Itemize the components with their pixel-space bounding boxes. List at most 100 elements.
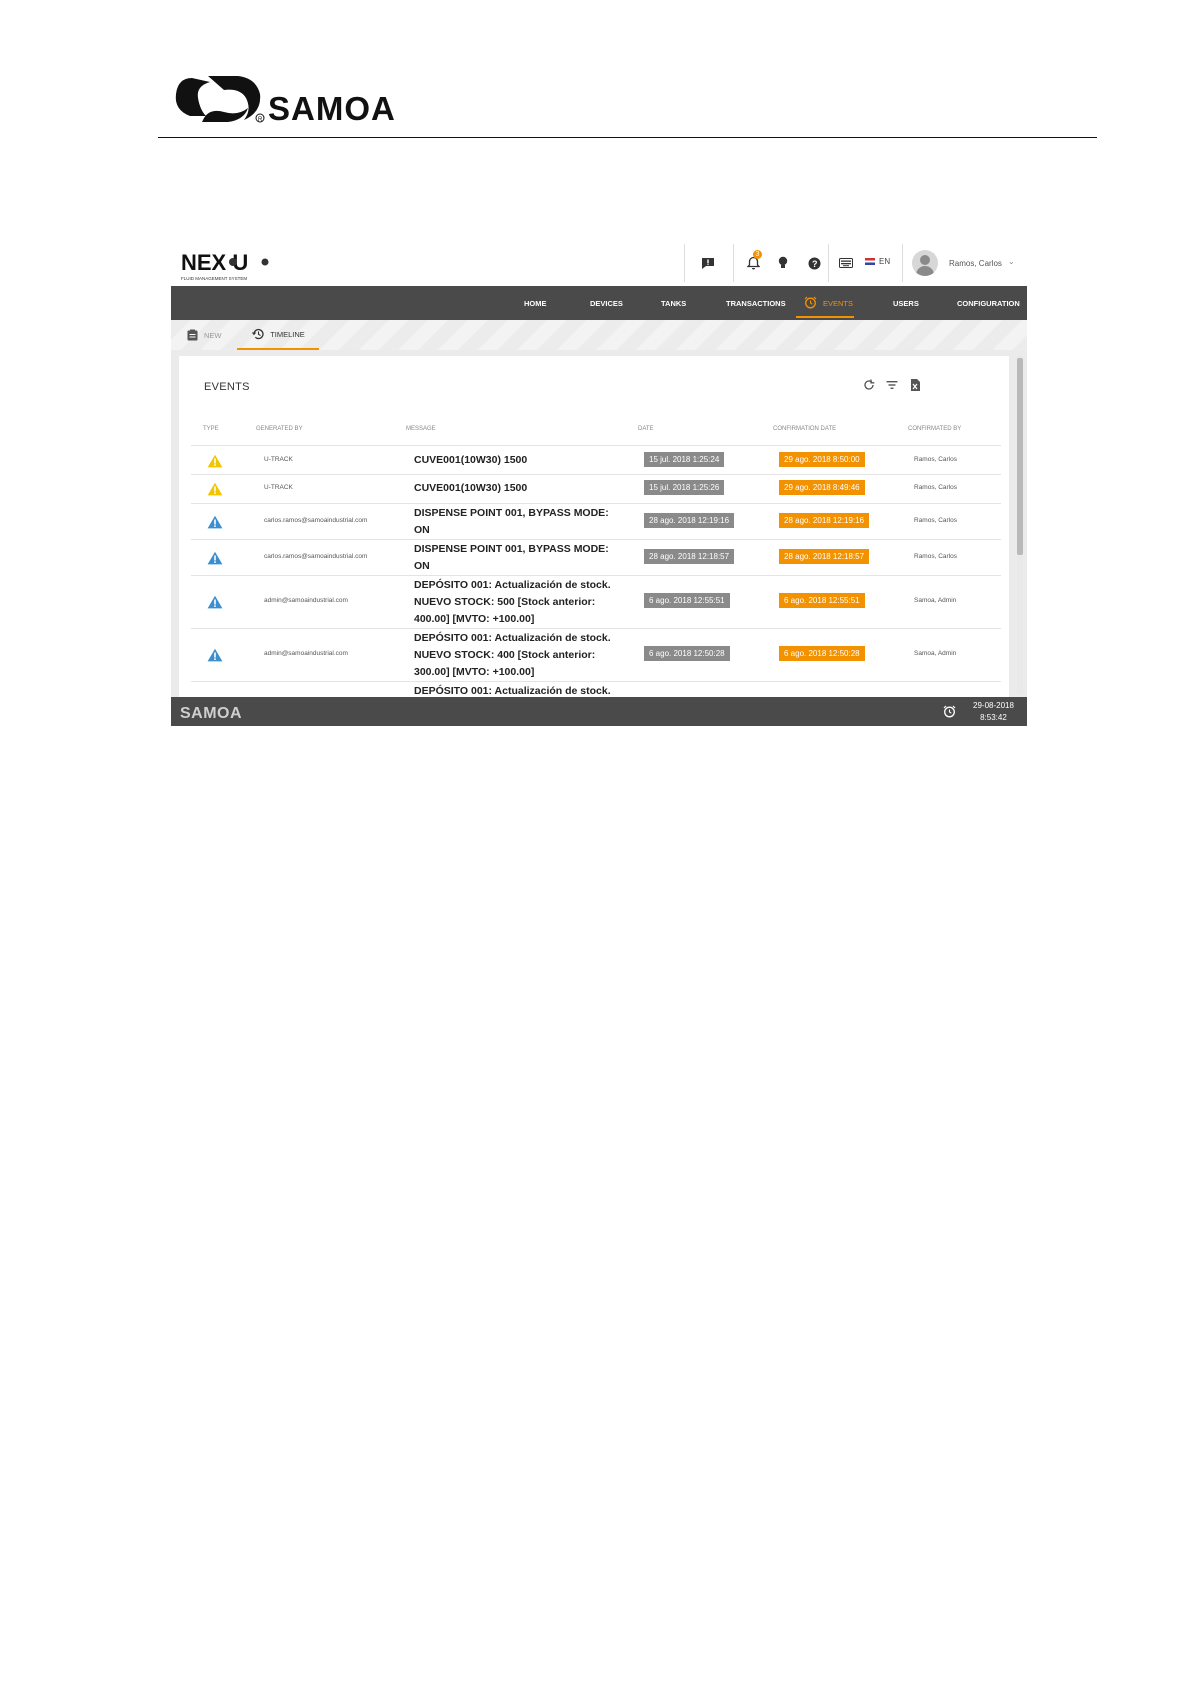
nav-events[interactable]: EVENTS bbox=[823, 299, 853, 308]
confirmation-date-badge: 6 ago. 2018 12:50:28 bbox=[779, 646, 865, 661]
message-cell: DISPENSE POINT 001, BYPASS MODE: ON bbox=[414, 505, 624, 539]
table-row[interactable]: carlos.ramos@samoaindustrial.com DISPENS… bbox=[191, 539, 1001, 576]
date-badge: 15 jul. 2018 1:25:26 bbox=[644, 480, 725, 495]
date-badge: 15 jul. 2018 1:25:24 bbox=[644, 452, 725, 467]
generated-by-cell: carlos.ramos@samoaindustrial.com bbox=[264, 517, 368, 524]
footer-date: 29-08-2018 bbox=[973, 701, 1014, 710]
topbar-separator bbox=[828, 244, 829, 282]
warning-icon bbox=[207, 482, 223, 496]
tab-new-label: NEW bbox=[204, 330, 222, 340]
topbar-separator bbox=[684, 244, 685, 282]
nav-tanks[interactable]: TANKS bbox=[661, 299, 686, 308]
message-cell: CUVE001(10W30) 1500 bbox=[414, 480, 624, 497]
message-cell: DEPÓSITO 001: Actualización de stock. bbox=[414, 683, 624, 697]
message-line: CUVE001(10W30) 1500 bbox=[414, 454, 528, 466]
tab-timeline-label: TIMELINE bbox=[270, 329, 305, 339]
column-header-message[interactable]: MESSAGE bbox=[406, 426, 436, 432]
message-line: DEPÓSITO 001: Actualización de stock. bbox=[414, 579, 611, 591]
footer-bar: SAMOA 29-08-2018 8:53:42 bbox=[171, 697, 1027, 726]
message-cell: DEPÓSITO 001: Actualización de stock. NU… bbox=[414, 577, 624, 628]
filter-icon[interactable] bbox=[885, 378, 899, 392]
generated-by-cell: carlos.ramos@samoaindustrial.com bbox=[264, 553, 368, 560]
nav-users[interactable]: USERS bbox=[893, 299, 919, 308]
events-title: EVENTS bbox=[204, 381, 250, 393]
nav-configuration[interactable]: CONFIGURATION bbox=[957, 299, 1020, 308]
chevron-down-icon[interactable]: ⌄ bbox=[1008, 257, 1015, 266]
date-badge: 28 ago. 2018 12:19:16 bbox=[644, 513, 735, 528]
message-cell: DISPENSE POINT 001, BYPASS MODE: ON bbox=[414, 541, 624, 575]
nav-transactions[interactable]: TRANSACTIONS bbox=[726, 299, 786, 308]
message-line: NUEVO STOCK: 400 [Stock anterior: bbox=[414, 649, 596, 661]
column-header-date[interactable]: DATE bbox=[638, 426, 654, 432]
keyboard-icon[interactable] bbox=[836, 253, 856, 273]
date-badge: 28 ago. 2018 12:18:57 bbox=[644, 549, 735, 564]
history-icon bbox=[252, 328, 264, 340]
column-header-generated-by[interactable]: GENERATED BY bbox=[256, 426, 303, 432]
user-name[interactable]: Ramos, Carlos bbox=[949, 259, 1002, 268]
table-row[interactable]: carlos.ramos@samoaindustrial.com DISPENS… bbox=[191, 503, 1001, 540]
top-bar: NEX U FLUID MANAGEMENT SYSTEM 3 ? EN Ram… bbox=[171, 240, 1027, 286]
generated-by-cell: admin@samoaindustrial.com bbox=[264, 597, 348, 604]
warning-icon bbox=[207, 595, 223, 609]
language-selector[interactable]: EN bbox=[865, 257, 890, 266]
alarm-clock-icon[interactable] bbox=[943, 705, 956, 718]
generated-by-cell: U-TRACK bbox=[264, 484, 293, 491]
table-row[interactable]: U-TRACK CUVE001(10W30) 1500 15 jul. 2018… bbox=[191, 445, 1001, 475]
warning-icon bbox=[207, 454, 223, 468]
lightbulb-icon[interactable] bbox=[773, 253, 793, 273]
message-line: 400.00] [MVTO: +100.00] bbox=[414, 613, 535, 625]
table-row[interactable]: admin@samoaindustrial.com DEPÓSITO 001: … bbox=[191, 575, 1001, 629]
confirmed-by-cell: Samoa, Admin bbox=[914, 597, 957, 604]
message-line: CUVE001(10W30) 1500 bbox=[414, 482, 528, 494]
main-nav: HOME DEVICES TANKS TRANSACTIONS EVENTS U… bbox=[171, 286, 1027, 320]
footer-logo-text: SAMOA bbox=[180, 705, 242, 720]
topbar-separator bbox=[733, 244, 734, 282]
avatar[interactable] bbox=[912, 250, 938, 276]
nexu-logo: NEX U FLUID MANAGEMENT SYSTEM bbox=[181, 250, 269, 281]
table-row[interactable]: admin@samoaindustrial.com DEPÓSITO 001: … bbox=[191, 628, 1001, 682]
feedback-icon[interactable] bbox=[698, 253, 718, 273]
date-badge: 6 ago. 2018 12:55:51 bbox=[644, 593, 730, 608]
nav-devices[interactable]: DEVICES bbox=[590, 299, 623, 308]
message-cell: CUVE001(10W30) 1500 bbox=[414, 452, 624, 469]
events-card: EVENTS TYPE GENERATED BY MESSAGE DATE CO… bbox=[179, 356, 1009, 697]
nexu-logo-tagline: FLUID MANAGEMENT SYSTEM bbox=[181, 276, 247, 281]
footer-time: 8:53:42 bbox=[980, 713, 1007, 722]
message-line: DISPENSE POINT 001, BYPASS MODE: bbox=[414, 543, 609, 555]
warning-icon bbox=[207, 648, 223, 662]
bell-icon[interactable]: 3 bbox=[743, 250, 763, 273]
message-line: 300.00] [MVTO: +100.00] bbox=[414, 666, 535, 678]
generated-by-cell: admin@samoaindustrial.com bbox=[264, 650, 348, 657]
table-row[interactable]: U-TRACK CUVE001(10W30) 1500 15 jul. 2018… bbox=[191, 474, 1001, 504]
nav-active-indicator bbox=[796, 316, 854, 318]
confirmed-by-cell: Samoa, Admin bbox=[914, 650, 957, 657]
confirmed-by-cell: Ramos, Carlos bbox=[914, 553, 957, 560]
confirmation-date-badge: 29 ago. 2018 8:50:00 bbox=[779, 452, 865, 467]
message-line: DEPÓSITO 001: Actualización de stock. bbox=[414, 632, 611, 644]
confirmed-by-cell: Ramos, Carlos bbox=[914, 517, 957, 524]
column-header-confirmation-date[interactable]: CONFIRMATION DATE bbox=[773, 426, 836, 432]
tab-new[interactable]: NEW bbox=[187, 320, 222, 350]
table-row[interactable]: DEPÓSITO 001: Actualización de stock. bbox=[191, 681, 1001, 697]
alarm-clock-icon bbox=[804, 296, 817, 309]
nav-home[interactable]: HOME bbox=[524, 299, 547, 308]
warning-icon bbox=[207, 515, 223, 529]
help-icon[interactable]: ? bbox=[804, 253, 824, 273]
message-cell: DEPÓSITO 001: Actualización de stock. NU… bbox=[414, 630, 624, 681]
export-excel-icon[interactable] bbox=[908, 378, 922, 392]
column-header-type[interactable]: TYPE bbox=[203, 426, 219, 432]
scrollbar-thumb[interactable] bbox=[1017, 358, 1023, 555]
message-line: ON bbox=[414, 524, 430, 536]
language-label: EN bbox=[879, 257, 891, 266]
refresh-icon[interactable] bbox=[862, 378, 876, 392]
confirmation-date-badge: 28 ago. 2018 12:18:57 bbox=[779, 549, 870, 564]
generated-by-cell: U-TRACK bbox=[264, 456, 293, 463]
svg-text:R: R bbox=[258, 117, 263, 123]
nexu-app-screenshot: NEX U FLUID MANAGEMENT SYSTEM 3 ? EN Ram… bbox=[171, 240, 1027, 726]
confirmation-date-badge: 6 ago. 2018 12:55:51 bbox=[779, 593, 865, 608]
confirmed-by-cell: Ramos, Carlos bbox=[914, 456, 957, 463]
nexu-logo-text: NEX U bbox=[181, 250, 248, 275]
footer-datetime: 29-08-2018 8:53:42 bbox=[973, 700, 1014, 724]
column-header-confirmated-by[interactable]: CONFIRMATED BY bbox=[908, 426, 961, 432]
tab-timeline[interactable]: TIMELINE bbox=[237, 320, 319, 350]
